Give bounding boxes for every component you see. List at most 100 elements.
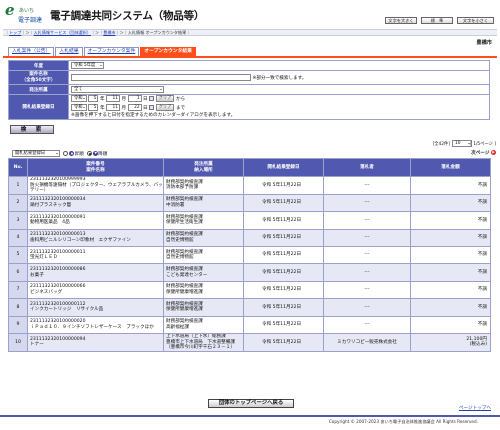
- to-calendar-icon[interactable]: [149, 105, 155, 110]
- row-no: 5: [8, 245, 28, 265]
- delivery-place: 中消防署: [166, 202, 185, 208]
- award-amount: 不調: [410, 245, 491, 265]
- table-row: 8 2311132320100000112 インクカートリッジ リサイクル品 財務部契…: [8, 298, 491, 317]
- month-unit: 月: [121, 106, 127, 111]
- header-case: 案件番号 案件名称: [27, 158, 164, 177]
- to-era-select[interactable]: 令和: [71, 104, 87, 111]
- aichi-logo[interactable]: e あいち 電子調達: [5, 1, 47, 24]
- from-era-select[interactable]: 令和: [71, 95, 87, 102]
- sort-desc-radio[interactable]: [87, 151, 93, 156]
- result-count: [全42件]: [433, 141, 450, 147]
- to-clear-button[interactable]: クリア: [155, 104, 175, 111]
- table-row: 3 2311132320100000091 動物用医薬品 4品 財務部契約検査課 保健所…: [8, 211, 491, 230]
- from-year-input[interactable]: 5: [88, 95, 99, 102]
- system-title: 電子調達共同システム（物品等）: [50, 10, 205, 22]
- next-page-link[interactable]: 次ページ ▶: [471, 150, 496, 156]
- sort-asc-label: 昇順: [74, 152, 84, 157]
- dept-cell: 財務部契約検査課 消防本部予防課: [163, 176, 244, 195]
- case-name-link[interactable]: 歯科用ビニルシリコーン印象材 エクザファイン: [30, 238, 163, 244]
- delivery-place: 豊橋市上下水道局 下水道整備課（豊橋市今川町字千石２３－１）: [166, 339, 235, 351]
- per-page-select[interactable]: 10: [452, 140, 472, 147]
- winner: ---: [323, 298, 411, 317]
- row-no: 1: [8, 176, 28, 195]
- font-small-button[interactable]: 文字を小さく: [457, 17, 494, 24]
- case-cell: 2311132320100000013 歯科用ビニルシリコーン印象材 エクザファイ…: [27, 228, 164, 247]
- result-date: 令和 5年11月22日: [243, 211, 324, 230]
- from-month-input[interactable]: 11: [106, 95, 121, 102]
- winner: ミカワリコピー販売株式会社: [323, 332, 411, 352]
- winner: ---: [323, 280, 411, 300]
- case-name-link[interactable]: 動物用医薬品 4品: [30, 220, 163, 226]
- header-no: No.: [8, 158, 28, 177]
- case-name-link[interactable]: 防火損機等遠隔材（プロジェクター、ウェアラブルカメラ、バッテリー）: [30, 183, 163, 194]
- table-row: 7 2311132320100000066 ビジネスバッグ 財務部契約検査課 保健所健康…: [8, 280, 491, 300]
- from-clear-button[interactable]: クリア: [155, 95, 175, 102]
- from-day-input[interactable]: 1: [127, 95, 142, 102]
- dept-cell: 財務部契約検査課 自然史博物館: [163, 245, 244, 265]
- sort-field-select[interactable]: 開札結果登録日: [12, 150, 60, 157]
- font-large-button[interactable]: 文字を大きく: [385, 17, 417, 24]
- logo-e-glyph: e: [5, 1, 15, 19]
- sort-asc-radio[interactable]: [63, 151, 69, 156]
- case-name-link[interactable]: 蛍光灯ＬＥＤ: [30, 255, 163, 261]
- breadcrumb-top-link[interactable]: トップ: [9, 30, 21, 35]
- tab-bid-cases[interactable]: 入札案件（公告）: [8, 47, 55, 56]
- winner: ---: [323, 315, 411, 334]
- winner: ---: [323, 263, 411, 282]
- case-name-input[interactable]: [71, 74, 251, 81]
- back-to-org-top-button[interactable]: 団体のトップページへ戻る: [208, 399, 294, 408]
- result-date: 令和 5年11月22日: [243, 193, 324, 213]
- delivery-place: こども発達センター: [166, 272, 208, 278]
- breadcrumb-org-link[interactable]: 豊橋市: [103, 30, 115, 35]
- font-standard-button[interactable]: 標 準: [421, 17, 453, 24]
- to-month-input[interactable]: 11: [106, 104, 121, 111]
- tab-bid-results[interactable]: 入札結果: [55, 47, 83, 56]
- result-date: 令和 5年11月22日: [243, 298, 324, 317]
- table-row: 5 2311132320100000011 蛍光灯ＬＥＤ 財務部契約検査課 自然史博物館…: [8, 245, 491, 265]
- search-button[interactable]: 検 索: [10, 125, 54, 134]
- sort-desc-label: 降順: [98, 152, 108, 157]
- dept-cell: 上下水道局（上下水）総務課 豊橋市上下水道局 下水道整備課（豊橋市今川町字千石２３…: [163, 332, 244, 352]
- to-day-input[interactable]: 22: [127, 104, 142, 111]
- result-date: 令和 5年11月22日: [243, 263, 324, 282]
- search-form: 年度 令和 5年度 案件名称 （全角50文字） ※部分一致で検索します。 発注所…: [8, 60, 490, 120]
- from-calendar-icon[interactable]: [149, 96, 155, 101]
- to-year-input[interactable]: 5: [88, 104, 99, 111]
- dept-cell: 財務部契約検査課 保健所生活衛生課: [163, 211, 244, 230]
- case-name-link[interactable]: インクカートリッジ リサイクル品: [30, 307, 163, 313]
- delivery-place: 保健所生活衛生課: [166, 220, 203, 226]
- case-name-link[interactable]: トナー: [30, 342, 163, 348]
- dept-cell: 財務部契約検査課 保健所健康増進課: [163, 280, 244, 300]
- day-unit: 日: [143, 97, 148, 102]
- tab-open-counter-results[interactable]: オープンカウンタ結果: [140, 47, 196, 56]
- case-name-link[interactable]: ｉＰａｄ１０．９インチソフトレザーケース ブラックほか: [30, 325, 163, 331]
- award-amount: 不調: [410, 176, 491, 195]
- delivery-place: 保健所健康増進課: [166, 307, 203, 313]
- logo-text-procurement: 電子調達: [18, 17, 43, 24]
- year-select[interactable]: 令和 5年度: [71, 62, 104, 69]
- row-no: 8: [8, 298, 28, 317]
- header-amount: 落札金額: [410, 158, 491, 177]
- case-name-link[interactable]: 鍋付プラスチック鬘: [30, 203, 163, 209]
- winner: ---: [323, 193, 411, 213]
- case-cell: 2311132320100000011 蛍光灯ＬＥＤ: [27, 245, 164, 265]
- dept-select[interactable]: 全て: [71, 86, 164, 93]
- tab-open-counter-cases[interactable]: オープンカウンタ案件: [83, 47, 140, 56]
- header-date: 開札結果登録日: [243, 158, 324, 177]
- dept-label: 発注所属: [8, 84, 69, 95]
- case-name-link[interactable]: ビジネスバッグ: [30, 290, 163, 296]
- page-top-link[interactable]: ページトップへ: [459, 405, 491, 411]
- breadcrumb-service-link[interactable]: 入札情報サービス（団体選択）: [34, 30, 91, 35]
- case-cell: 2311132320100000034 鍋付プラスチック鬘: [27, 193, 164, 213]
- table-row: 6 2311132320100000086 お菓子 財務部契約検査課 こども発達センター…: [8, 263, 491, 282]
- dept-cell: 財務部契約検査課 中消防署: [163, 193, 244, 213]
- dept-cell: 財務部契約検査課 高齢福祉課: [163, 315, 244, 334]
- calendar-note: ※画像を押下すると日付を指定するためのカレンダーダイアログを表示します。: [71, 113, 236, 118]
- row-no: 7: [8, 280, 28, 300]
- result-date: 令和 5年11月22日: [243, 280, 324, 300]
- date-to-row: 令和 5 年 11 月 22 日 クリア まで: [71, 104, 489, 113]
- case-name-link[interactable]: お菓子: [30, 273, 163, 279]
- row-no: 2: [8, 193, 28, 213]
- case-name-note: ※部分一致で検索します。: [252, 76, 307, 81]
- winner: ---: [323, 176, 411, 195]
